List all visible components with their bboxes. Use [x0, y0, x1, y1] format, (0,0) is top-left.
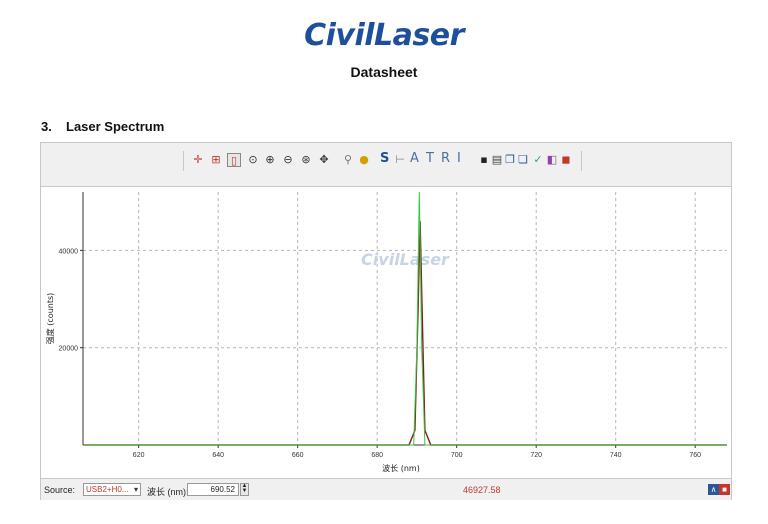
spectrum-series-line [83, 191, 727, 446]
fit-icon[interactable]: ▯ [227, 153, 241, 167]
x-tick-label: 700 [451, 452, 463, 459]
x-tick-label: 620 [133, 452, 145, 459]
spectrum-plot[interactable]: 620 640 660 680 700 720 740 760 20000 40000 波长 (nm… [41, 188, 731, 478]
text-tool-icon[interactable]: A [410, 151, 419, 167]
bulb-icon[interactable]: ● [357, 153, 371, 167]
toolbar-end-grip [581, 151, 582, 171]
zoom-out-icon[interactable]: ⊖ [281, 153, 295, 167]
wavelength-spinner[interactable]: ▲ ▼ [240, 483, 249, 496]
export-icon[interactable]: ✓ [531, 153, 545, 167]
section-heading: 3. Laser Spectrum [41, 119, 164, 134]
paste-icon[interactable]: ❏ [516, 153, 530, 167]
x-tick-label: 660 [292, 452, 304, 459]
s-tool-icon[interactable]: S [380, 151, 389, 167]
save-icon[interactable]: ▪ [477, 153, 491, 167]
grid-icon[interactable]: ⊞ [209, 153, 223, 167]
zoom-in-icon[interactable]: ⊕ [263, 153, 277, 167]
zoom-reset-icon[interactable]: ⊛ [299, 153, 313, 167]
spectrometer-window: ✛ ⊞ ▯ ⊙ ⊕ ⊖ ⊛ ✥ ⚲ ● S ⊢ A T R I ▪ ▤ ❐ ❏ … [40, 142, 732, 500]
wavelength-input[interactable]: 690.52 [187, 483, 239, 496]
print-icon[interactable]: ▤ [490, 153, 504, 167]
source-select[interactable]: USB2+H0... ▾ [83, 483, 141, 496]
t-tool-icon[interactable]: T [426, 151, 434, 167]
intensity-readout: 46927.58 [463, 485, 501, 495]
settings-icon[interactable]: ◧ [545, 153, 559, 167]
section-number: 3. [41, 119, 52, 134]
copy-icon[interactable]: ❐ [503, 153, 517, 167]
section-title: Laser Spectrum [66, 119, 165, 134]
x-axis-label: 波长 (nm) [382, 463, 420, 473]
stop-icon[interactable]: ■ [719, 484, 730, 495]
graph-mode-icon[interactable]: ∧ [708, 484, 719, 495]
zoom-icon[interactable]: ⊙ [246, 153, 260, 167]
crosshair-icon[interactable]: ✛ [191, 153, 205, 167]
y-tick-label: 20000 [59, 346, 79, 353]
y-tick-label: 40000 [59, 248, 79, 255]
watermark-logo: CivilLaser [361, 250, 450, 269]
x-tick-label: 760 [689, 452, 701, 459]
source-label: Source: [44, 485, 76, 495]
source-value: USB2+H0... [86, 485, 129, 494]
pin-icon[interactable]: ⚲ [341, 153, 355, 167]
pan-icon[interactable]: ✥ [317, 153, 331, 167]
brand-logo: CivilLaser [304, 18, 464, 53]
document-title: Datasheet [350, 64, 418, 80]
i-tool-icon[interactable]: I [457, 151, 461, 167]
toolbar: ✛ ⊞ ▯ ⊙ ⊕ ⊖ ⊛ ✥ ⚲ ● S ⊢ A T R I ▪ ▤ ❐ ❏ … [41, 143, 731, 187]
y-axis-label: 强度 (counts) [45, 293, 55, 345]
status-bar: Source: USB2+H0... ▾ 波长 (nm): 690.52 ▲ ▼ … [41, 478, 731, 500]
toolbar-grip [183, 151, 184, 171]
x-tick-label: 640 [212, 452, 224, 459]
x-tick-label: 720 [530, 452, 542, 459]
x-tick-label: 740 [610, 452, 622, 459]
image-icon[interactable]: ◼ [559, 153, 573, 167]
x-tick-label: 680 [371, 452, 383, 459]
marker-icon[interactable]: ⊢ [393, 153, 407, 167]
wavelength-label: 波长 (nm): [147, 487, 189, 497]
r-tool-icon[interactable]: R [441, 151, 450, 167]
chevron-down-icon: ▾ [133, 485, 138, 494]
